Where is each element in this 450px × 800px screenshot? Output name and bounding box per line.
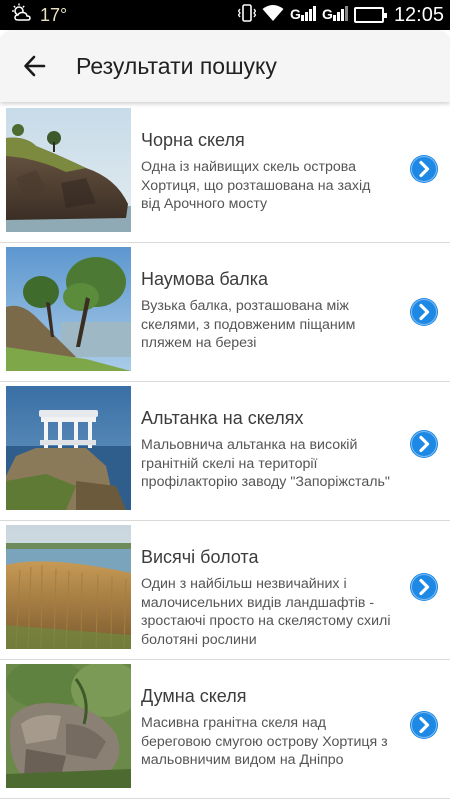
open-item-button[interactable]: [409, 154, 439, 184]
item-description: Мальовнича альтанка на високій гранітній…: [141, 437, 390, 490]
results-list: Чорна скеля Одна із найвищих скель остро…: [0, 104, 450, 800]
signal-icon: G: [290, 4, 316, 27]
list-item[interactable]: Висячі болота Один з найбільш незвичайни…: [0, 521, 450, 660]
clock: 12:05: [393, 3, 444, 26]
item-description: Масивна гранітна скеля над береговою сму…: [141, 715, 388, 768]
weather-icon: [10, 3, 34, 28]
chevron-right-icon: [410, 298, 438, 326]
arrow-left-icon: [24, 55, 46, 77]
list-item[interactable]: Альтанка на скелях Мальовнича альтанка н…: [0, 382, 450, 521]
item-title: Наумова балка: [141, 269, 269, 289]
thumbnail-image: [6, 386, 131, 510]
chevron-right-icon: [410, 155, 438, 183]
open-item-button[interactable]: [409, 297, 439, 327]
item-description: Вузька балка, розташована між скелями, з…: [141, 298, 356, 351]
list-item[interactable]: Наумова балка Вузька балка, розташована …: [0, 243, 450, 382]
item-description: Один з найбільш незвичайних і малочисель…: [141, 576, 391, 648]
chevron-right-icon: [410, 711, 438, 739]
svg-text:G: G: [290, 6, 301, 22]
temperature: 17°: [40, 4, 68, 25]
signal-icon-2: G: [322, 4, 348, 27]
thumbnail-image: [6, 247, 131, 371]
page-title: Результати пошуку: [76, 52, 277, 79]
list-item[interactable]: Чорна скеля Одна із найвищих скель остро…: [0, 104, 450, 243]
wifi-icon: [262, 4, 284, 27]
vibrate-icon: [237, 3, 257, 28]
item-title: Висячі болота: [141, 547, 259, 567]
battery-level: 99: [363, 9, 375, 21]
status-bar: 17° G G 99 12:05: [0, 0, 450, 30]
back-button[interactable]: [0, 30, 70, 102]
open-item-button[interactable]: [409, 572, 439, 602]
thumbnail-image: [6, 664, 131, 788]
app-bar: Результати пошуку: [0, 30, 450, 102]
item-description: Одна із найвищих скель острова Хортиця, …: [141, 159, 371, 212]
item-title: Думна скеля: [141, 686, 247, 706]
list-item[interactable]: Думна скеля Масивна гранітна скеля над б…: [0, 660, 450, 799]
chevron-right-icon: [410, 430, 438, 458]
battery-icon: 99: [353, 7, 387, 23]
thumbnail-image: [6, 108, 131, 232]
open-item-button[interactable]: [409, 429, 439, 459]
svg-text:G: G: [322, 6, 333, 22]
status-right: G G 99 12:05: [237, 3, 444, 28]
item-title: Альтанка на скелях: [141, 408, 304, 428]
open-item-button[interactable]: [409, 710, 439, 740]
status-left: 17°: [10, 3, 68, 28]
thumbnail-image: [6, 525, 131, 649]
chevron-right-icon: [410, 573, 438, 601]
item-title: Чорна скеля: [141, 130, 245, 150]
